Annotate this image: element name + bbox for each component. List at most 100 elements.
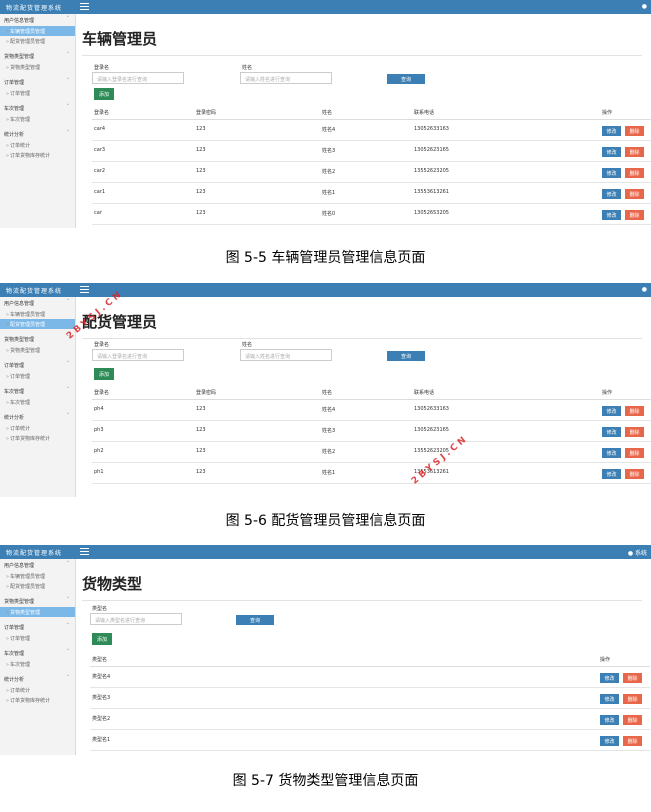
edit-button[interactable]: 修改 — [600, 693, 619, 704]
sidebar-item[interactable]: »货物类型管理 — [0, 62, 75, 72]
sidebar-item[interactable]: »货物类型管理 — [0, 607, 75, 617]
sidebar-group[interactable]: 车次管理 ˅ — [0, 102, 75, 114]
sidebar-group[interactable]: 订单管理 ˅ — [0, 76, 75, 88]
search-button[interactable]: 查询 — [236, 615, 274, 625]
actions-cell: 修改 删除 — [600, 399, 651, 421]
sidebar-group[interactable]: 统计分析 ˅ — [0, 411, 75, 423]
sidebar-group[interactable]: 统计分析 ˅ — [0, 128, 75, 140]
edit-button[interactable]: 修改 — [602, 405, 621, 416]
sidebar-group[interactable]: 用户信息管理 ˅ — [0, 297, 75, 309]
add-button[interactable]: 添加 — [94, 368, 114, 380]
delete-button[interactable]: 删除 — [625, 209, 644, 220]
sidebar-group[interactable]: 车次管理 ˅ — [0, 647, 75, 659]
delete-button[interactable]: 删除 — [625, 188, 644, 199]
sidebar-group[interactable]: 用户信息管理 ˅ — [0, 559, 75, 571]
table-cell: 姓名2 — [320, 161, 412, 183]
sidebar-item-label: 车辆管理员管理 — [10, 29, 46, 35]
sidebar-item[interactable]: »配货管理员管理 — [0, 581, 75, 591]
delete-button[interactable]: 删除 — [625, 125, 644, 136]
column-header: 联系电话 — [412, 107, 600, 120]
sidebar-group[interactable]: 订单管理 ˅ — [0, 359, 75, 371]
table-cell: 13553613261 — [412, 182, 600, 204]
sidebar-item[interactable]: »车次管理 — [0, 397, 75, 407]
table-cell: 13052653205 — [412, 203, 600, 225]
delete-button[interactable]: 删除 — [623, 693, 642, 704]
type-search-input[interactable]: 请输入类型名进行查询 — [90, 613, 182, 625]
sidebar-item[interactable]: »订单管理 — [0, 633, 75, 643]
delete-button[interactable]: 删除 — [625, 468, 644, 479]
sidebar-item[interactable]: »配货管理员管理 — [0, 319, 75, 329]
table-cell: car4 — [92, 119, 194, 141]
table-cell: car1 — [92, 182, 194, 204]
table-row: ph1 123 姓名1 13553613261 修改 删除 — [92, 462, 651, 484]
search-button[interactable]: 查询 — [387, 351, 425, 361]
username-search-input[interactable]: 请输入登录名进行查询 — [92, 72, 184, 84]
delete-button[interactable]: 删除 — [625, 146, 644, 157]
delete-button[interactable]: 删除 — [625, 447, 644, 458]
delete-button[interactable]: 删除 — [625, 426, 644, 437]
sidebar-item[interactable]: »配货管理员管理 — [0, 36, 75, 46]
sidebar-item[interactable]: »订单货物库存统计 — [0, 695, 75, 705]
add-button[interactable]: 添加 — [92, 633, 112, 645]
menu-icon[interactable] — [80, 548, 89, 555]
page-title: 货物类型 — [82, 575, 143, 593]
user-menu[interactable]: ● 系统 — [628, 548, 647, 557]
sidebar-item[interactable]: »订单统计 — [0, 423, 75, 433]
sidebar-group[interactable]: 订单管理 ˅ — [0, 621, 75, 633]
edit-button[interactable]: 修改 — [600, 714, 619, 725]
sidebar-item[interactable]: »车次管理 — [0, 114, 75, 124]
edit-button[interactable]: 修改 — [600, 735, 619, 746]
username-search-input[interactable]: 请输入登录名进行查询 — [92, 349, 184, 361]
table-cell: 123 — [194, 462, 320, 484]
delete-button[interactable]: 删除 — [625, 405, 644, 416]
sidebar-item[interactable]: »订单管理 — [0, 371, 75, 381]
edit-button[interactable]: 修改 — [602, 146, 621, 157]
menu-icon[interactable] — [80, 286, 89, 293]
sidebar-group-label: 订单管理 — [4, 625, 25, 631]
sidebar-group[interactable]: 用户信息管理 ˅ — [0, 14, 75, 26]
sidebar-item[interactable]: »订单货物库存统计 — [0, 150, 75, 160]
sidebar-item[interactable]: »车辆管理员管理 — [0, 571, 75, 581]
edit-button[interactable]: 修改 — [602, 188, 621, 199]
search-button[interactable]: 查询 — [387, 74, 425, 84]
delete-button[interactable]: 删除 — [623, 672, 642, 683]
edit-button[interactable]: 修改 — [602, 447, 621, 458]
edit-button[interactable]: 修改 — [600, 672, 619, 683]
table-cell: 姓名1 — [320, 462, 412, 484]
app-title: 物流配货管理系统 — [6, 5, 63, 12]
edit-button[interactable]: 修改 — [602, 468, 621, 479]
edit-button[interactable]: 修改 — [602, 209, 621, 220]
sidebar-item[interactable]: »订单统计 — [0, 140, 75, 150]
sidebar-group[interactable]: 货物类型管理 ˅ — [0, 333, 75, 345]
sidebar-item[interactable]: »车次管理 — [0, 659, 75, 669]
sidebar-item[interactable]: »货物类型管理 — [0, 345, 75, 355]
edit-button[interactable]: 修改 — [602, 125, 621, 136]
sidebar-item[interactable]: »车辆管理员管理 — [0, 309, 75, 319]
sidebar-item[interactable]: »订单管理 — [0, 88, 75, 98]
sidebar-group[interactable]: 货物类型管理 ˅ — [0, 50, 75, 62]
delete-button[interactable]: 删除 — [623, 714, 642, 725]
edit-button[interactable]: 修改 — [602, 167, 621, 178]
sidebar-group[interactable]: 车次管理 ˅ — [0, 385, 75, 397]
column-header: 姓名 — [320, 387, 412, 400]
add-button[interactable]: 添加 — [94, 88, 114, 100]
name-search-input[interactable]: 请输入姓名进行查询 — [240, 72, 332, 84]
delete-button[interactable]: 删除 — [625, 167, 644, 178]
user-icon[interactable]: ● — [642, 286, 647, 293]
sidebar-item[interactable]: »订单货物库存统计 — [0, 433, 75, 443]
sidebar-group[interactable]: 货物类型管理 ˅ — [0, 595, 75, 607]
table-row: ph2 123 姓名2 13552623205 修改 删除 — [92, 441, 651, 463]
sidebar-group[interactable]: 统计分析 ˅ — [0, 673, 75, 685]
menu-icon[interactable] — [80, 3, 89, 10]
sidebar-item[interactable]: »车辆管理员管理 — [0, 26, 75, 36]
user-icon[interactable]: ● — [642, 3, 647, 10]
name-search-input[interactable]: 请输入姓名进行查询 — [240, 349, 332, 361]
table-cell: 类型名2 — [90, 708, 598, 730]
edit-button[interactable]: 修改 — [602, 426, 621, 437]
delete-button[interactable]: 删除 — [623, 735, 642, 746]
table-header-row: 类型名 操作 — [90, 654, 650, 667]
table-cell: 123 — [194, 119, 320, 141]
sidebar-item[interactable]: »订单统计 — [0, 685, 75, 695]
chevron-down-icon: ˅ — [66, 649, 70, 655]
